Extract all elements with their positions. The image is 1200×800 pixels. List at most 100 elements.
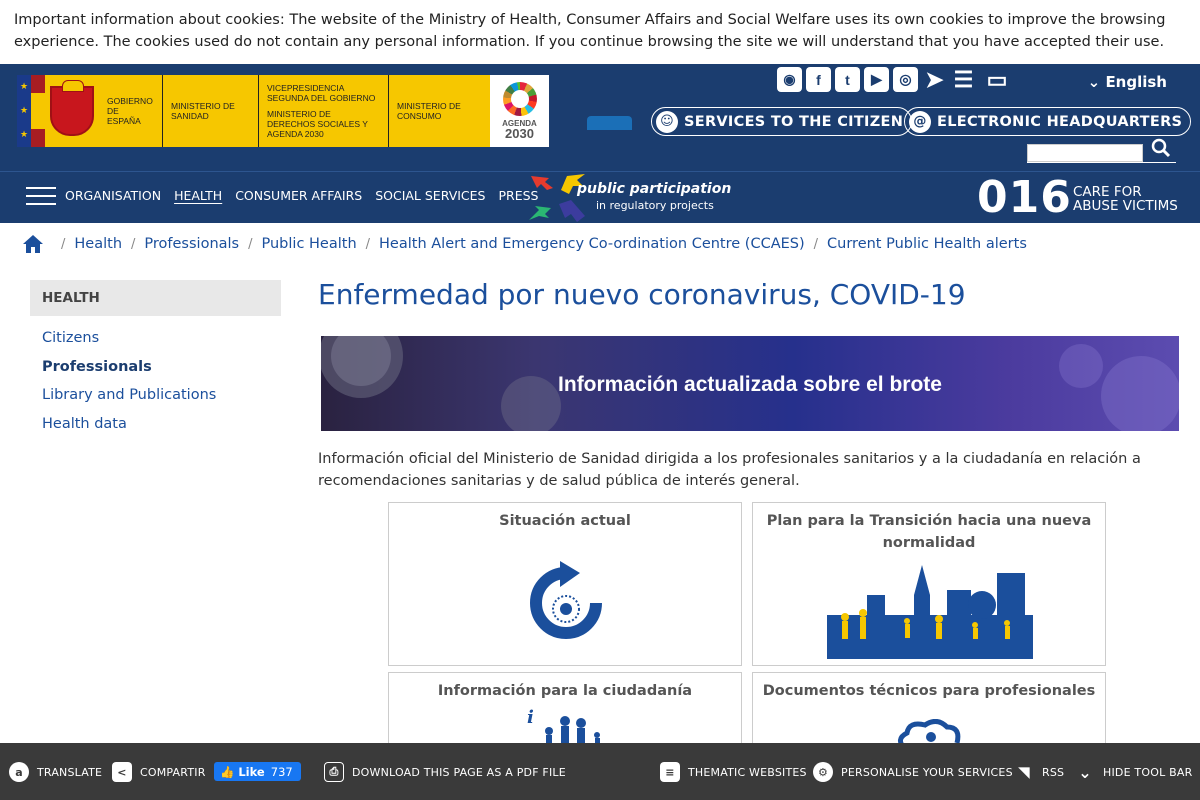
translate-icon: a bbox=[9, 762, 29, 782]
youtube-icon[interactable]: ▶ bbox=[864, 67, 889, 92]
rss-button[interactable]: ◥ RSS bbox=[1014, 762, 1064, 782]
thematic-websites-button[interactable]: ≡ THEMATIC WEBSITES bbox=[660, 762, 807, 782]
nav-item-social-services[interactable]: SOCIAL SERVICES bbox=[375, 188, 485, 203]
flag-icon: ★ ★ ★ bbox=[17, 75, 45, 147]
site-header: ★ ★ ★ GOBIERNO DE ESPAÑA MINISTERIO DE SAN… bbox=[0, 64, 1200, 171]
hide-toolbar-button[interactable]: ⌄ HIDE TOOL BAR bbox=[1075, 762, 1192, 782]
services-citizen-button[interactable]: ☺ SERVICES TO THE CITIZEN bbox=[651, 107, 913, 136]
agenda-year: 2030 bbox=[505, 126, 534, 141]
at-sign-icon: @ bbox=[909, 110, 931, 133]
hide-label: HIDE TOOL BAR bbox=[1103, 765, 1193, 779]
breadcrumb-separator: / bbox=[131, 236, 136, 252]
pdf-icon: ⎙ bbox=[324, 762, 344, 782]
language-label: English bbox=[1105, 73, 1167, 91]
svg-text:i: i bbox=[527, 707, 534, 728]
government-logo[interactable]: ★ ★ ★ GOBIERNO DE ESPAÑA MINISTERIO DE SAN… bbox=[17, 75, 549, 147]
list-icon: ≡ bbox=[660, 762, 680, 782]
nav-item-organisation[interactable]: ORGANISATION bbox=[65, 188, 161, 203]
personalise-button[interactable]: ⚙ PERSONALISE YOUR SERVICES bbox=[813, 762, 1013, 782]
care-line-1: CARE FOR bbox=[1073, 184, 1142, 200]
fb-like-label: Like bbox=[238, 764, 265, 779]
services-label: SERVICES TO THE CITIZEN bbox=[684, 113, 904, 130]
logo-gobierno: GOBIERNO DE ESPAÑA bbox=[99, 75, 163, 147]
breadcrumb: / Health / Professionals / Public Health… bbox=[22, 234, 1027, 254]
agenda-2030-logo[interactable]: AGENDA 2030 bbox=[490, 75, 549, 147]
breadcrumb-ccaes[interactable]: Health Alert and Emergency Co-ordination… bbox=[379, 236, 805, 252]
nav-item-health[interactable]: HEALTH bbox=[174, 188, 222, 203]
facebook-like-button[interactable]: 👍 Like 737 bbox=[214, 762, 301, 781]
breadcrumb-separator: / bbox=[61, 236, 66, 252]
thematic-label: THEMATIC WEBSITES bbox=[688, 765, 807, 779]
public-participation-link[interactable]: public participation in regulatory proje… bbox=[527, 172, 747, 224]
sidebar-item-health-data[interactable]: Health data bbox=[42, 416, 216, 445]
hands-icon bbox=[529, 174, 585, 222]
city-skyline-icon bbox=[827, 565, 1033, 659]
language-selector[interactable]: ⌄ English bbox=[1088, 73, 1167, 91]
hamburger-menu-icon[interactable] bbox=[26, 187, 56, 211]
breadcrumb-separator: / bbox=[365, 236, 371, 252]
page-title: Enfermedad por nuevo coronavirus, COVID-… bbox=[318, 278, 966, 311]
outbreak-banner[interactable]: Información actualizada sobre el brote bbox=[321, 336, 1179, 431]
bottom-toolbar: a TRANSLATE < COMPARTIR ⎙ DOWNLOAD THIS … bbox=[0, 743, 1200, 800]
search-icon[interactable] bbox=[1151, 138, 1171, 163]
rss-label: RSS bbox=[1042, 765, 1065, 779]
download-pdf-button[interactable]: ⎙ DOWNLOAD THIS PAGE AS A PDF FILE bbox=[324, 762, 566, 782]
facebook-icon[interactable]: f bbox=[806, 67, 831, 92]
card-plan-transicion[interactable]: Plan para la Transición hacia una nueva … bbox=[752, 502, 1106, 666]
translate-button[interactable]: a TRANSLATE bbox=[9, 762, 102, 782]
list-icon[interactable]: ☰ bbox=[951, 67, 976, 92]
breadcrumb-separator: / bbox=[248, 236, 253, 252]
share-button[interactable]: < COMPARTIR bbox=[112, 762, 206, 782]
nav-item-consumer-affairs[interactable]: CONSUMER AFFAIRS bbox=[235, 188, 362, 203]
twitter-icon[interactable]: t bbox=[835, 67, 860, 92]
banner-text: Información actualizada sobre el brote bbox=[558, 373, 942, 396]
pdf-label: DOWNLOAD THIS PAGE AS A PDF FILE bbox=[352, 765, 566, 779]
search-input[interactable] bbox=[1027, 144, 1143, 162]
logo-vicepresidencia: VICEPRESIDENCIA SEGUNDA DEL GOBIERNO bbox=[267, 83, 376, 103]
sidebar-item-citizens[interactable]: Citizens bbox=[42, 330, 216, 359]
chevron-down-icon: ⌄ bbox=[1078, 762, 1092, 782]
electronic-headquarters-button[interactable]: @ ELECTRONIC HEADQUARTERS bbox=[904, 107, 1192, 136]
refresh-virus-icon bbox=[530, 561, 602, 639]
header-tab-notch[interactable] bbox=[587, 116, 632, 130]
card-title: Plan para la Transición hacia una nueva … bbox=[766, 513, 1092, 551]
computer-icon[interactable]: ▭ bbox=[980, 67, 1014, 92]
social-links: ◉ f t ▶ ◎ ➤ ☰ ▭ bbox=[777, 67, 1014, 92]
logo-derechos: MINISTERIO DE DERECHOS SOCIALES Y AGENDA… bbox=[267, 109, 368, 139]
breadcrumb-health[interactable]: Health bbox=[74, 236, 122, 252]
sdg-wheel-icon bbox=[502, 82, 537, 116]
rss-icon: ◥ bbox=[1018, 763, 1030, 781]
coat-of-arms-icon bbox=[45, 75, 99, 147]
breadcrumb-professionals[interactable]: Professionals bbox=[144, 236, 239, 252]
pp-title: public participation bbox=[577, 181, 732, 197]
family-info-icon: i bbox=[527, 707, 600, 747]
breadcrumb-public-health[interactable]: Public Health bbox=[262, 236, 357, 252]
sidebar-item-professionals[interactable]: Professionals bbox=[42, 359, 216, 388]
hotline-number[interactable]: 016 bbox=[977, 172, 1072, 223]
telegram-icon[interactable]: ➤ bbox=[922, 67, 947, 92]
nav-items: ORGANISATION HEALTH CONSUMER AFFAIRS SOC… bbox=[65, 188, 539, 203]
pp-subtitle: in regulatory projects bbox=[596, 199, 714, 212]
hotline-label[interactable]: CARE FOR ABUSE VICTIMS bbox=[1073, 185, 1178, 213]
gear-icon: ⚙ bbox=[813, 762, 833, 782]
sidebar-menu: Citizens Professionals Library and Publi… bbox=[42, 330, 216, 444]
headquarters-label: ELECTRONIC HEADQUARTERS bbox=[937, 113, 1183, 130]
logo-sanidad: MINISTERIO DE SANIDAD bbox=[163, 75, 259, 147]
card-situacion-actual[interactable]: Situación actual bbox=[388, 502, 742, 666]
cookie-banner: Important information about cookies: The… bbox=[0, 0, 1200, 64]
breadcrumb-current-alerts[interactable]: Current Public Health alerts bbox=[827, 236, 1027, 252]
main-nav: ORGANISATION HEALTH CONSUMER AFFAIRS SOC… bbox=[0, 171, 1200, 223]
chevron-down-icon: ⌄ bbox=[1087, 73, 1101, 91]
personalise-label: PERSONALISE YOUR SERVICES bbox=[841, 765, 1013, 779]
logo-derechos-sociales: VICEPRESIDENCIA SEGUNDA DEL GOBIERNO MIN… bbox=[259, 75, 389, 147]
share-icon: < bbox=[112, 762, 132, 782]
rss-icon[interactable]: ◉ bbox=[777, 67, 802, 92]
share-label: COMPARTIR bbox=[140, 765, 206, 779]
sidebar-item-library[interactable]: Library and Publications bbox=[42, 387, 216, 416]
translate-label: TRANSLATE bbox=[37, 765, 103, 779]
home-icon[interactable] bbox=[22, 234, 44, 254]
logo-consumo: MINISTERIO DE CONSUMO bbox=[397, 101, 461, 121]
thumbs-up-icon: 👍 bbox=[220, 764, 235, 779]
card-title: Información para la ciudadanía bbox=[437, 683, 693, 699]
instagram-icon[interactable]: ◎ bbox=[893, 67, 918, 92]
